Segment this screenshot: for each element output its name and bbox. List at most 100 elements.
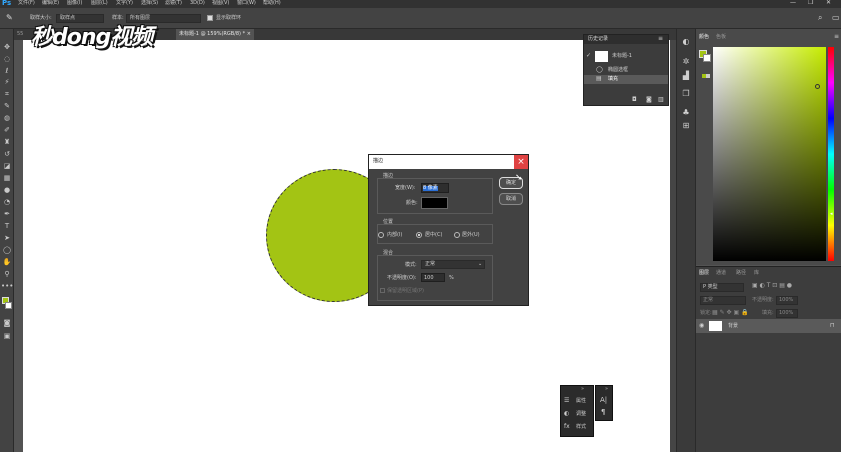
menu-3d[interactable]: 3D(D) <box>190 1 205 6</box>
blend-mode-dropdown[interactable]: 正常 <box>700 296 746 305</box>
blur-tool-icon[interactable]: ● <box>1 185 13 196</box>
hue-slider[interactable] <box>828 47 834 261</box>
move-tool-icon[interactable]: ✥ <box>1 42 13 53</box>
color-field[interactable] <box>713 47 826 261</box>
workspace-icon[interactable]: ▭ <box>832 14 840 22</box>
screen-mode-icon[interactable]: ▣ <box>1 331 13 342</box>
histogram-icon[interactable]: ▟ <box>680 71 692 81</box>
adjustments-icon[interactable]: ✲ <box>680 57 692 67</box>
dialog-title-bar[interactable]: 描边 <box>369 155 528 169</box>
preserve-transparency-checkbox[interactable] <box>380 288 385 293</box>
opacity-input[interactable]: 100 <box>421 273 445 282</box>
dodge-tool-icon[interactable]: ◔ <box>1 197 13 208</box>
styles-icon[interactable]: fx <box>564 424 570 430</box>
cancel-button[interactable]: 取消 <box>499 193 523 205</box>
menu-layer[interactable]: 图层(L) <box>91 1 108 6</box>
mode-dropdown[interactable]: 正常 ⌄ <box>421 260 485 269</box>
path-select-tool-icon[interactable]: ➤ <box>1 233 13 244</box>
color-panel-icon[interactable]: ◐ <box>680 37 692 47</box>
tab-close-icon[interactable]: × <box>247 31 251 37</box>
tab-library[interactable]: 库 <box>754 271 759 276</box>
layer-filter-icons[interactable]: ▣ ◐ T ⊡ ▤ ● <box>752 283 792 289</box>
opacity-input[interactable]: 100% <box>776 296 798 305</box>
history-item-ellipse[interactable]: ◯ 椭圆选框 <box>584 66 668 75</box>
menu-view[interactable]: 视图(V) <box>212 1 229 6</box>
adjustments-label[interactable]: 调整 <box>576 412 586 417</box>
sample-dropdown[interactable]: 所有图层 <box>126 14 201 23</box>
brush-preset-icon[interactable]: ♣ <box>680 108 692 118</box>
history-panel-title[interactable]: 历史记录 <box>588 37 608 42</box>
menu-file[interactable]: 文件(F) <box>18 1 35 6</box>
tab-untitled-1[interactable]: 未标题-1 @ 159%(RGB/8) * × <box>176 29 254 40</box>
healing-tool-icon[interactable]: ◍ <box>1 113 13 124</box>
tab-doc-1[interactable]: 55 <box>14 29 26 40</box>
styles-label[interactable]: 样式 <box>576 425 586 430</box>
type-tool-icon[interactable]: T <box>1 221 13 232</box>
character-icon[interactable]: A| <box>600 397 607 404</box>
lock-icons[interactable]: ▦ ✎ ✥ ▣ 🔒 <box>712 310 749 316</box>
history-brush-tool-icon[interactable]: ↺ <box>1 149 13 160</box>
crop-tool-icon[interactable]: ⌗ <box>1 89 13 100</box>
layer-filter-dropdown[interactable]: P 类型 <box>700 283 744 292</box>
close-app-button[interactable]: ✕ <box>826 0 831 6</box>
trash-icon[interactable]: ▥ <box>658 97 664 103</box>
radio-center[interactable] <box>416 232 422 238</box>
menu-image[interactable]: 图像(I) <box>67 1 82 6</box>
panel-menu-icon[interactable]: ≡ <box>834 34 839 40</box>
tab-layers[interactable]: 图层 <box>699 271 709 276</box>
properties-label[interactable]: 属性 <box>576 399 586 404</box>
eraser-tool-icon[interactable]: ◪ <box>1 161 13 172</box>
tab-channels[interactable]: 通道 <box>716 271 726 276</box>
stroke-color-swatch[interactable] <box>421 197 448 209</box>
fill-input[interactable]: 100% <box>776 309 798 318</box>
gradient-tool-icon[interactable]: ▦ <box>1 173 13 184</box>
sample-size-dropdown[interactable]: 取样点 <box>56 14 104 23</box>
width-input[interactable]: 8 像素 <box>421 183 449 193</box>
stamp-tool-icon[interactable]: ♜ <box>1 137 13 148</box>
layers-comp-icon[interactable]: ❐ <box>680 89 692 99</box>
layer-row-background[interactable]: ◉ 背景 ⊓ <box>696 319 841 333</box>
shape-tool-icon[interactable]: ◯ <box>1 245 13 256</box>
history-snapshot-row[interactable]: ✓ 未标题-1 <box>584 49 668 64</box>
collapse-icon[interactable]: » <box>581 387 584 392</box>
search-icon[interactable]: ⌕ <box>818 14 822 22</box>
tool-preset-icon[interactable]: ⊞ <box>680 121 692 131</box>
tab-paths[interactable]: 路径 <box>736 271 746 276</box>
properties-icon[interactable]: ☰ <box>564 398 569 404</box>
eyedropper-icon[interactable]: ✎ <box>6 14 13 22</box>
show-ring-checkbox[interactable] <box>207 15 213 21</box>
lasso-tool-icon[interactable]: ℓ <box>1 66 13 77</box>
radio-outside[interactable] <box>454 232 460 238</box>
tab-swatches[interactable]: 色板 <box>716 35 726 40</box>
panel-menu-icon[interactable]: ≡ <box>658 36 663 42</box>
menu-edit[interactable]: 编辑(E) <box>42 1 59 6</box>
maximize-button[interactable]: ❐ <box>808 0 813 6</box>
more-tools-icon[interactable]: ••• <box>1 281 13 292</box>
tab-color[interactable]: 颜色 <box>699 35 709 40</box>
pen-tool-icon[interactable]: ✒ <box>1 209 13 220</box>
menu-help[interactable]: 帮助(H) <box>263 1 281 6</box>
new-document-icon[interactable]: ◙ <box>646 97 652 103</box>
marquee-tool-icon[interactable]: ◌ <box>1 54 13 65</box>
brush-tool-icon[interactable]: ✐ <box>1 125 13 136</box>
menu-window[interactable]: 窗口(W) <box>237 1 256 6</box>
magic-wand-tool-icon[interactable]: ⚡ <box>1 77 13 88</box>
eyedropper-tool-icon[interactable]: ✎ <box>1 101 13 112</box>
menu-filter[interactable]: 滤镜(T) <box>165 1 182 6</box>
color-picker-cursor[interactable] <box>815 84 820 89</box>
quick-mask-icon[interactable]: ◙ <box>1 318 13 329</box>
dialog-close-button[interactable]: × <box>514 155 528 169</box>
menu-select[interactable]: 选择(S) <box>141 1 158 6</box>
hand-tool-icon[interactable]: ✋ <box>1 257 13 268</box>
radio-inside[interactable] <box>378 232 384 238</box>
menu-type[interactable]: 文字(Y) <box>116 1 133 6</box>
background-color-swatch[interactable] <box>5 302 12 309</box>
camera-icon[interactable]: ◘ <box>632 97 637 103</box>
minimize-button[interactable]: — <box>790 0 796 6</box>
adjustments-icon[interactable]: ◐ <box>564 411 569 417</box>
history-item-fill[interactable]: ▤ 填充 <box>584 75 668 84</box>
collapse-icon[interactable]: » <box>605 387 608 392</box>
bg-color-chip[interactable] <box>703 54 711 62</box>
paragraph-icon[interactable]: ¶ <box>601 409 605 416</box>
hue-slider-handle-icon[interactable]: ◂ <box>830 212 833 217</box>
